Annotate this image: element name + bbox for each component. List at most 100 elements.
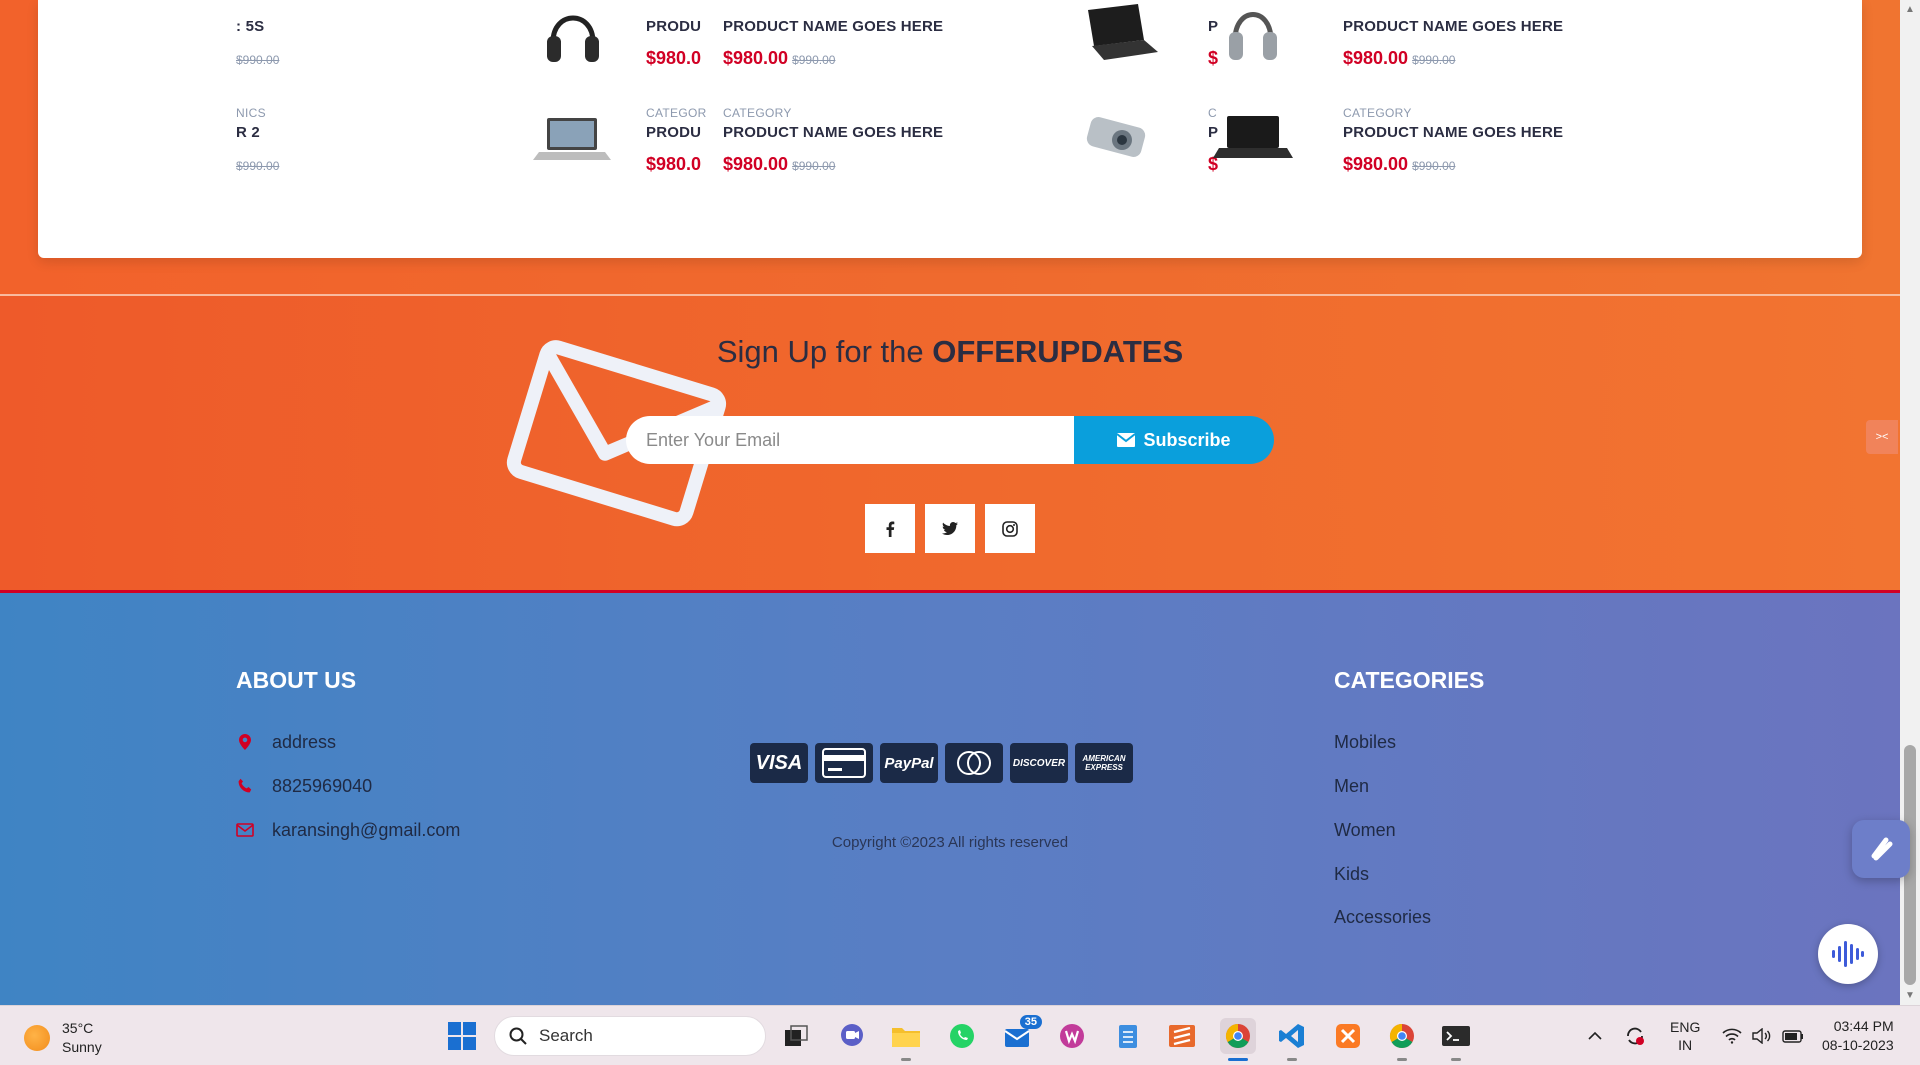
instagram-button[interactable]	[985, 504, 1035, 553]
newsletter-title-bold: OFFERUPDATES	[932, 334, 1184, 369]
headphones-thumb	[547, 15, 599, 62]
product-column-3: PRODUCT NAME GOES HERE $980.00 $990.00 CA…	[723, 0, 1023, 258]
category-link-men[interactable]: Men	[1334, 776, 1369, 797]
product-name: R 2	[236, 124, 260, 141]
facebook-button[interactable]	[865, 504, 915, 553]
amex-label: AMERICAN EXPRESS	[1082, 754, 1126, 772]
product-price: $980.00	[723, 154, 789, 174]
clock[interactable]: 03:44 PM 08-10-2023	[1822, 1006, 1894, 1065]
whatsapp-icon	[950, 1024, 974, 1048]
product-old-price: $990.00	[1412, 159, 1456, 173]
start-button[interactable]	[444, 1018, 480, 1054]
show-hidden-icons-button[interactable]	[1588, 1006, 1602, 1065]
vscode-button[interactable]	[1274, 1018, 1310, 1061]
wps-office-button[interactable]	[1054, 1018, 1090, 1054]
notepad-button[interactable]	[1110, 1018, 1146, 1054]
chrome-button-active[interactable]	[1220, 1018, 1256, 1061]
extension-floating-button[interactable]	[1852, 820, 1910, 878]
category-link-accessories[interactable]: Accessories	[1334, 907, 1431, 928]
amex-icon: AMERICAN EXPRESS	[1075, 743, 1133, 783]
task-view-button[interactable]	[778, 1018, 814, 1054]
chat-icon	[841, 1024, 863, 1046]
file-explorer-button[interactable]	[888, 1018, 924, 1061]
product-item[interactable]: C P $	[1078, 100, 1218, 180]
address-row: address	[236, 730, 336, 754]
product-item[interactable]: NICS R 2 $990.00	[236, 106, 326, 186]
product-item[interactable]: PRODU $980.0	[533, 0, 728, 80]
chrome-profile-button[interactable]	[1384, 1018, 1420, 1061]
email-row: karansingh@gmail.com	[236, 818, 460, 842]
paypal-icon: PayPal	[880, 743, 938, 783]
product-category: NICS	[236, 106, 266, 120]
phone-row: 8825969040	[236, 774, 372, 798]
mail-badge: 35	[1019, 1015, 1042, 1029]
product-name: PRODUCT NAME GOES HERE	[1343, 18, 1564, 35]
phone-text: 8825969040	[272, 775, 373, 796]
subscribe-label: Subscribe	[1143, 429, 1231, 450]
folder-icon	[892, 1028, 920, 1047]
whatsapp-button[interactable]	[944, 1018, 980, 1054]
phone-icon	[238, 778, 252, 793]
product-category: CATEGORY	[723, 106, 792, 120]
paypal-label: PayPal	[884, 754, 934, 772]
laptop-black-thumb	[1213, 116, 1293, 158]
product-category: CATEGOR	[646, 106, 707, 120]
clock-date: 08-10-2023	[1822, 1037, 1894, 1053]
sublime-icon	[1169, 1025, 1195, 1047]
product-item[interactable]: CATEGORY PRODUCT NAME GOES HERE $980.00 $…	[1213, 100, 1613, 180]
sync-status-button[interactable]	[1624, 1006, 1646, 1065]
sound-wave-icon	[1832, 941, 1864, 967]
language-top: ENG	[1670, 1019, 1701, 1035]
product-name: PRODUCT NAME GOES HERE	[723, 18, 944, 35]
discover-label: DISCOVER	[1012, 757, 1066, 769]
product-category: CATEGORY	[1343, 106, 1412, 120]
product-item[interactable]: : 5S $990.00	[236, 18, 326, 98]
twitter-button[interactable]	[925, 504, 975, 553]
wps-icon	[1060, 1024, 1084, 1048]
side-collapse-tab[interactable]: ><	[1866, 420, 1898, 454]
product-item[interactable]: PRODUCT NAME GOES HERE $980.00 $990.00	[723, 18, 1023, 98]
voice-assistant-button[interactable]	[1818, 924, 1878, 984]
windows-taskbar: 35°C Sunny Search 35 ENG IN 03:44 PM 08-…	[0, 1005, 1920, 1065]
product-item[interactable]: CATEGOR PRODU $980.0	[533, 100, 728, 180]
volume-icon	[1752, 1028, 1771, 1044]
product-item[interactable]: CATEGORY PRODUCT NAME GOES HERE $980.00 $…	[723, 106, 1023, 186]
product-name: PRODU	[646, 18, 702, 35]
instagram-icon	[1002, 520, 1018, 537]
battery-icon	[1782, 1030, 1803, 1043]
sun-icon	[24, 1025, 50, 1051]
product-price: $980.0	[646, 48, 702, 68]
scroll-up-arrow-icon[interactable]: ▲	[1905, 4, 1915, 15]
task-view-icon	[785, 1025, 808, 1046]
teams-chat-button[interactable]	[834, 1018, 870, 1054]
product-item[interactable]: P $	[1078, 0, 1218, 80]
category-link-kids[interactable]: Kids	[1334, 864, 1369, 885]
xampp-button[interactable]	[1330, 1018, 1366, 1054]
scroll-down-arrow-icon[interactable]: ▼	[1905, 990, 1915, 1001]
product-price: $980.0	[646, 154, 702, 174]
taskbar-search[interactable]: Search	[494, 1016, 766, 1056]
language-bottom: IN	[1678, 1037, 1693, 1053]
product-name: PRODU	[646, 124, 702, 141]
terminal-icon	[1442, 1026, 1470, 1046]
category-link-women[interactable]: Women	[1334, 820, 1396, 841]
email-input[interactable]	[626, 416, 1074, 464]
payment-methods: VISA PayPal DISCOVER AMERICAN EXPRESS	[750, 743, 1133, 783]
weather-widget[interactable]: 35°C Sunny	[24, 1019, 102, 1057]
mail-button[interactable]: 35	[1000, 1015, 1042, 1054]
visa-icon: VISA	[750, 743, 808, 783]
terminal-button[interactable]	[1438, 1018, 1474, 1061]
network-volume-battery[interactable]	[1722, 1006, 1804, 1065]
sublime-text-button[interactable]	[1164, 1018, 1200, 1054]
product-item[interactable]: PRODUCT NAME GOES HERE $980.00 $990.00	[1213, 0, 1613, 80]
language-indicator[interactable]: ENG IN	[1670, 1006, 1700, 1065]
product-column-5: PRODUCT NAME GOES HERE $980.00 $990.00 CA…	[1213, 0, 1633, 258]
laptop-dark-thumb	[1088, 4, 1158, 60]
subscribe-button[interactable]: Subscribe	[1074, 416, 1274, 464]
notepad-icon	[1119, 1025, 1137, 1048]
product-old-price: $990.00	[1412, 53, 1456, 67]
chrome-icon	[1225, 1024, 1250, 1049]
product-name: PRODUCT NAME GOES HERE	[723, 124, 944, 141]
category-link-mobiles[interactable]: Mobiles	[1334, 732, 1396, 753]
mastercard-icon	[945, 743, 1003, 783]
